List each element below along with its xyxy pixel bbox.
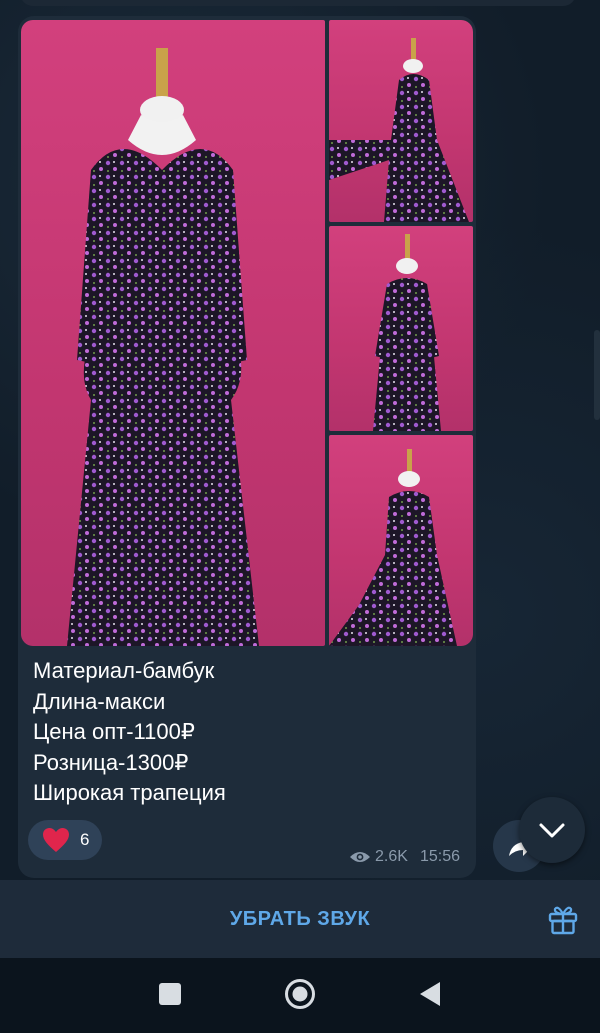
scroll-down-button[interactable] bbox=[519, 797, 585, 863]
message-caption: Материал-бамбук Длина-макси Цена опт-110… bbox=[33, 656, 463, 809]
dress-photo bbox=[373, 234, 441, 431]
scroll-indicator[interactable] bbox=[594, 330, 600, 420]
reaction-count: 6 bbox=[80, 830, 90, 849]
photo-thumb-1[interactable] bbox=[329, 20, 473, 222]
caption-line: Длина-макси bbox=[33, 688, 166, 714]
message-bubble[interactable]: Материал-бамбук Длина-макси Цена опт-110… bbox=[18, 16, 476, 878]
eye-icon bbox=[350, 852, 371, 862]
dress-photo bbox=[67, 48, 259, 646]
caption-line: Широкая трапеция bbox=[33, 780, 226, 805]
back-button[interactable] bbox=[418, 981, 442, 1007]
view-count: 2.6K bbox=[375, 848, 408, 865]
message-meta: 2.6K 15:56 bbox=[349, 848, 460, 866]
photo-main[interactable] bbox=[21, 20, 325, 646]
caption-line: Розница-1300₽ bbox=[33, 749, 189, 775]
photo-thumb-3[interactable] bbox=[329, 435, 473, 646]
message-time: 15:56 bbox=[419, 848, 460, 865]
heart-icon bbox=[43, 828, 69, 852]
recents-button[interactable] bbox=[158, 982, 182, 1006]
system-navigation-bar bbox=[0, 958, 600, 1033]
mute-button[interactable]: УБРАТЬ ЗВУК bbox=[230, 908, 370, 931]
channel-bottom-bar: УБРАТЬ ЗВУК bbox=[0, 880, 600, 958]
reaction-chip[interactable]: 6 bbox=[28, 820, 102, 860]
dress-photo bbox=[329, 38, 469, 222]
dress-photo bbox=[329, 449, 457, 646]
caption-line: Цена опт-1100₽ bbox=[33, 719, 195, 744]
previous-message-bubble[interactable] bbox=[20, 0, 576, 6]
gift-icon[interactable] bbox=[546, 902, 580, 936]
chevron-down-icon bbox=[539, 823, 565, 838]
photo-thumb-2[interactable] bbox=[329, 226, 473, 431]
home-button[interactable] bbox=[284, 978, 316, 1010]
caption-line: Материал-бамбук bbox=[33, 658, 215, 683]
